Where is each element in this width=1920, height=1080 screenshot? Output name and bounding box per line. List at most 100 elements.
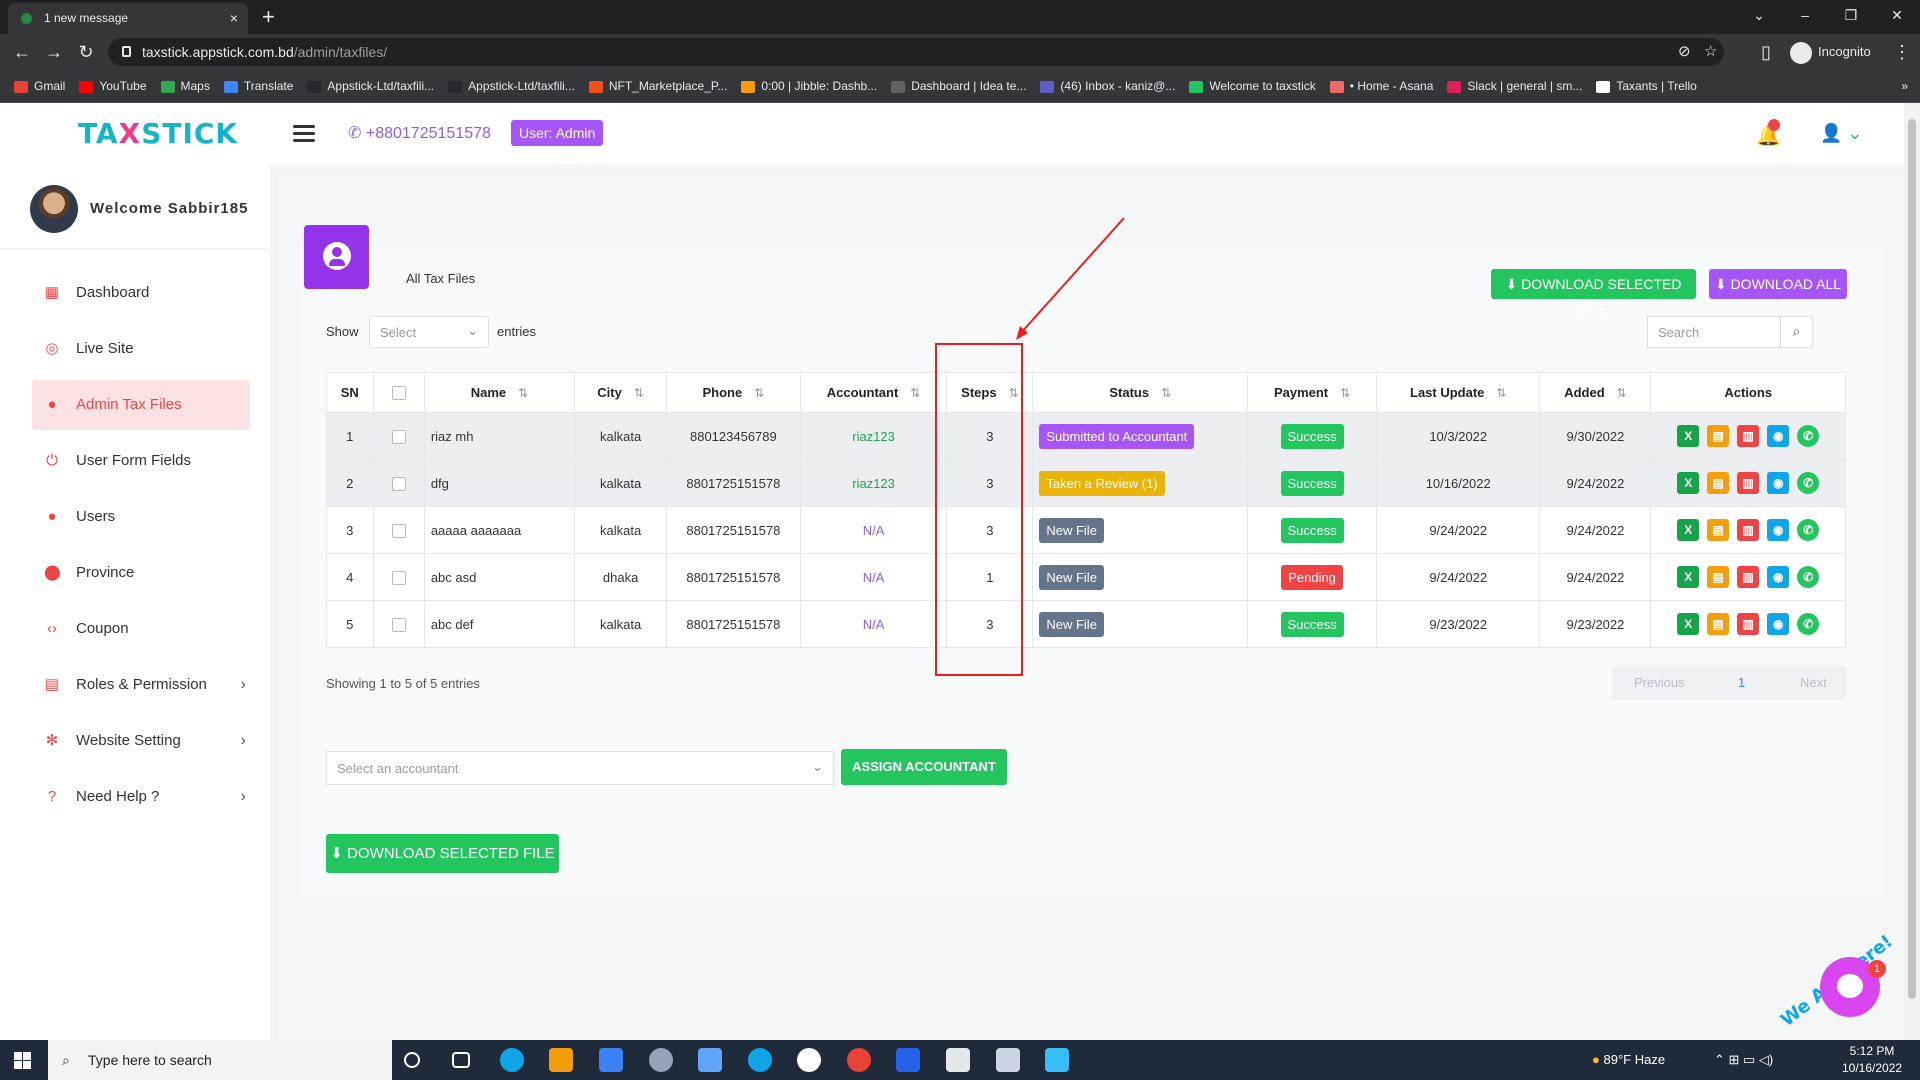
column-header-last-update[interactable]: Last Update ⇅: [1375, 372, 1541, 413]
bookmark-item[interactable]: 0:00 | Jibble: Dashb...: [741, 70, 877, 102]
pdf-icon[interactable]: ▤: [1707, 425, 1730, 447]
sort-icon[interactable]: ⇅: [634, 386, 644, 400]
delete-icon[interactable]: ▥: [1737, 519, 1760, 541]
browser-menu-icon[interactable]: ⋮: [1888, 34, 1916, 70]
pdf-icon[interactable]: ▤: [1707, 613, 1730, 635]
incognito-profile[interactable]: Incognito: [1790, 34, 1871, 70]
cell-accountant[interactable]: riaz123: [799, 412, 948, 460]
bookmark-item[interactable]: • Home - Asana: [1329, 70, 1433, 102]
column-header-city[interactable]: City ⇅: [574, 372, 668, 413]
accountant-select[interactable]: Select an accountant ⌄: [326, 751, 834, 785]
chat-widget[interactable]: We Are Here! 1: [1777, 930, 1900, 1040]
excel-icon[interactable]: X: [1677, 425, 1700, 447]
windows-start-icon[interactable]: [14, 1052, 31, 1069]
whatsapp-icon[interactable]: ✆: [1797, 613, 1820, 635]
mongodb-compass-icon[interactable]: [797, 1048, 821, 1072]
taskbar-search-input[interactable]: ⌕ Type here to search: [48, 1040, 392, 1080]
whatsapp-icon[interactable]: ✆: [1797, 425, 1820, 447]
store-icon[interactable]: [599, 1048, 623, 1072]
bookmarks-overflow-icon[interactable]: »: [1901, 70, 1908, 102]
user-menu-icon[interactable]: 👤 ⌄: [1820, 123, 1863, 144]
bookmark-item[interactable]: Translate: [223, 70, 293, 102]
address-bar[interactable]: taxstick.appstick.com.bd/admin/taxfiles/…: [108, 38, 1724, 66]
pdf-icon[interactable]: ▤: [1707, 472, 1730, 494]
eye-off-icon[interactable]: ⊘: [1678, 38, 1691, 66]
cell-checkbox[interactable]: [372, 553, 425, 601]
view-icon[interactable]: ◉: [1767, 472, 1790, 494]
hamburger-menu-icon[interactable]: [293, 125, 315, 143]
assign-accountant-button[interactable]: ASSIGN ACCOUNTANT: [841, 749, 1007, 785]
row-checkbox[interactable]: [391, 476, 406, 491]
pdf-icon[interactable]: ▤: [1707, 566, 1730, 588]
back-icon[interactable]: ←: [8, 34, 36, 70]
row-checkbox[interactable]: [391, 617, 406, 632]
bookmark-star-icon[interactable]: ☆: [1704, 38, 1717, 66]
sort-icon[interactable]: ⇅: [1617, 386, 1627, 400]
cell-accountant[interactable]: riaz123: [799, 459, 948, 507]
sidebar-item-admin-tax-files[interactable]: ● Admin Tax Files: [32, 380, 250, 430]
bookmark-item[interactable]: Appstick-Ltd/taxfili...: [448, 70, 575, 102]
new-tab-button[interactable]: +: [262, 4, 275, 30]
sidebar-item-users[interactable]: ● Users: [32, 492, 250, 542]
column-header-payment[interactable]: Payment ⇅: [1247, 372, 1377, 413]
bookmark-item[interactable]: Taxants | Trello: [1596, 70, 1697, 102]
excel-icon[interactable]: X: [1677, 472, 1700, 494]
cell-checkbox[interactable]: [372, 506, 425, 554]
chrome-icon[interactable]: [847, 1048, 871, 1072]
sort-icon[interactable]: ⇅: [910, 386, 920, 400]
delete-icon[interactable]: ▥: [1737, 472, 1760, 494]
view-icon[interactable]: ◉: [1767, 425, 1790, 447]
minimize-icon[interactable]: –: [1782, 0, 1828, 34]
sidebar-item-coupon[interactable]: ‹› Coupon: [32, 604, 250, 654]
sort-icon[interactable]: ⇅: [1161, 386, 1171, 400]
whatsapp-icon[interactable]: ✆: [1797, 519, 1820, 541]
edge-icon[interactable]: [500, 1048, 524, 1072]
sort-icon[interactable]: ⇅: [754, 386, 764, 400]
bookmark-item[interactable]: Gmail: [14, 70, 65, 102]
side-panel-icon[interactable]: ▯: [1752, 34, 1780, 70]
mail-icon[interactable]: [698, 1048, 722, 1072]
vscode-icon[interactable]: [896, 1048, 920, 1072]
cell-checkbox[interactable]: [372, 600, 425, 648]
weather-widget[interactable]: ● 89°F Haze: [1592, 1040, 1665, 1080]
sidebar-item-live-site[interactable]: ◎ Live Site: [32, 324, 250, 374]
skype-icon[interactable]: [748, 1048, 772, 1072]
download-all-button[interactable]: ⬇ DOWNLOAD ALL: [1709, 269, 1847, 299]
delete-icon[interactable]: ▥: [1737, 613, 1760, 635]
row-checkbox[interactable]: [391, 523, 406, 538]
bookmark-item[interactable]: YouTube: [79, 70, 147, 102]
scrollbar-thumb[interactable]: [1908, 119, 1916, 999]
pagination-page-1[interactable]: 1: [1738, 675, 1745, 690]
notification-bell-icon[interactable]: 🔔: [1756, 119, 1781, 148]
forward-icon[interactable]: →: [40, 34, 68, 70]
download-selected-file-bottom-button[interactable]: ⬇ DOWNLOAD SELECTED FILE: [326, 834, 559, 873]
restore-icon[interactable]: ❐: [1828, 0, 1874, 34]
pagination-next[interactable]: Next: [1800, 675, 1827, 690]
browser-tab[interactable]: 1 new message ×: [8, 3, 248, 34]
column-header-status[interactable]: Status ⇅: [1032, 372, 1249, 413]
entries-select[interactable]: Select ⌄: [369, 316, 489, 348]
taxstick-logo[interactable]: TAXSTICK: [78, 117, 238, 150]
sidebar-item-need-help[interactable]: ? Need Help ? ›: [32, 772, 250, 822]
delete-icon[interactable]: ▥: [1737, 566, 1760, 588]
column-header-phone[interactable]: Phone ⇅: [666, 372, 801, 413]
excel-icon[interactable]: X: [1677, 566, 1700, 588]
view-icon[interactable]: ◉: [1767, 613, 1790, 635]
task-view-icon[interactable]: [452, 1052, 470, 1068]
system-tray-icons[interactable]: ⌃ ⊞ ▭ ◁): [1714, 1040, 1773, 1080]
pdf-icon[interactable]: ▤: [1707, 519, 1730, 541]
whatsapp-icon[interactable]: ✆: [1797, 566, 1820, 588]
snipping-tool-icon[interactable]: [996, 1048, 1020, 1072]
photos-icon[interactable]: [1045, 1048, 1069, 1072]
window-close-icon[interactable]: ✕: [1874, 0, 1920, 34]
excel-icon[interactable]: X: [1677, 519, 1700, 541]
delete-icon[interactable]: ▥: [1737, 425, 1760, 447]
cell-checkbox[interactable]: [372, 412, 425, 460]
sidebar-item-user-form-fields[interactable]: ⏻ User Form Fields: [32, 436, 250, 486]
file-explorer-icon[interactable]: [549, 1048, 573, 1072]
bookmark-item[interactable]: Maps: [160, 70, 210, 102]
sidebar-item-roles-permission[interactable]: ▤ Roles & Permission ›: [32, 660, 250, 710]
download-selected-file-button[interactable]: ⬇ DOWNLOAD SELECTED FILE: [1491, 269, 1696, 322]
excel-icon[interactable]: X: [1677, 613, 1700, 635]
sidebar-item-dashboard[interactable]: ▦ Dashboard: [32, 268, 250, 318]
